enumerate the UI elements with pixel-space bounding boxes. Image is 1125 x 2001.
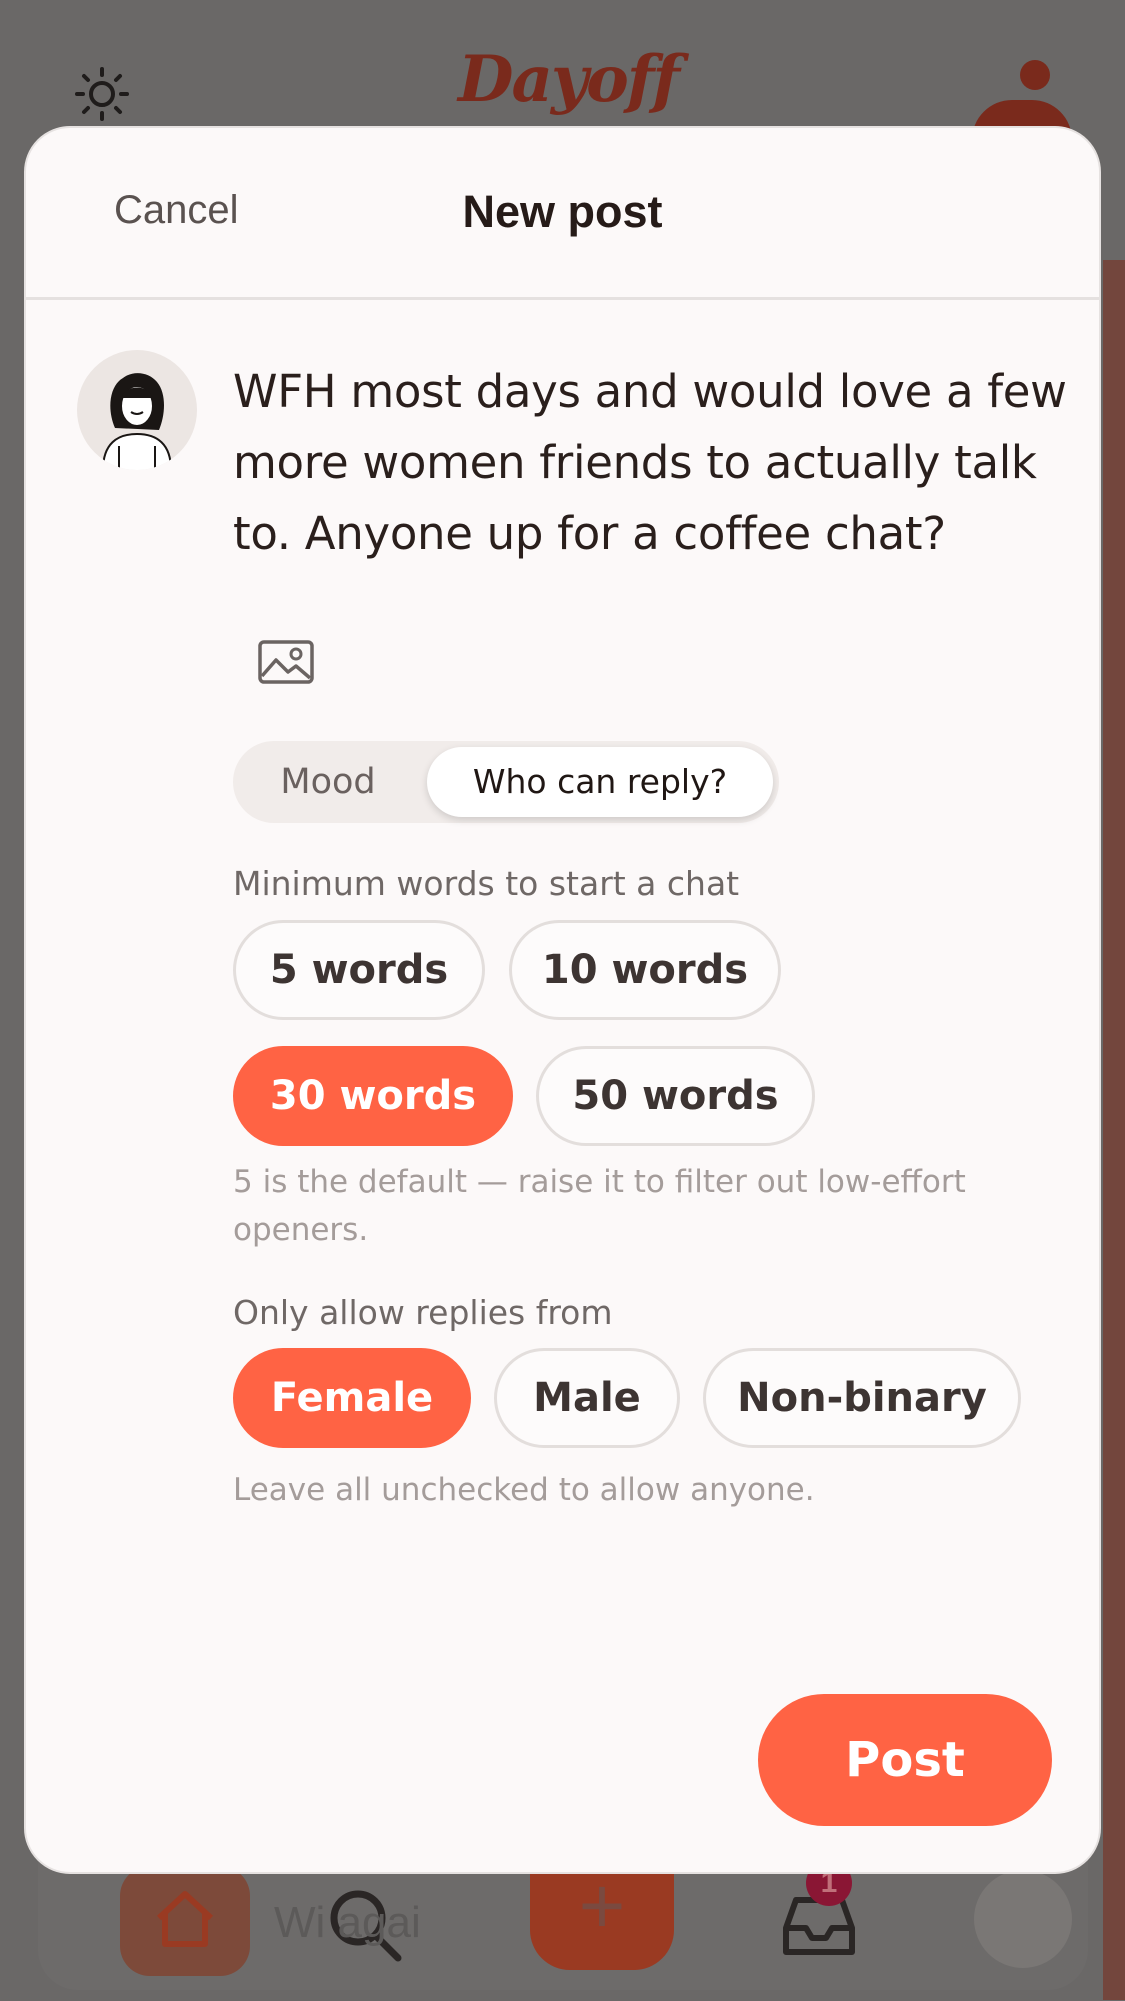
min-words-option-10[interactable]: 10 words xyxy=(509,920,781,1020)
modal-title: New post xyxy=(462,186,663,237)
person-icon xyxy=(968,54,1078,140)
app-logo: Dayoff xyxy=(458,42,680,117)
new-post-modal: Cancel New post WFH most days and would … xyxy=(24,126,1101,1874)
reply-option-male[interactable]: Male xyxy=(494,1348,680,1448)
reply-from-label: Only allow replies from xyxy=(233,1293,613,1332)
avatar-illustration xyxy=(102,373,172,470)
min-words-option-5[interactable]: 5 words xyxy=(233,920,485,1020)
background-edge xyxy=(1103,260,1125,2000)
profile-avatar xyxy=(974,1870,1072,1968)
home-tab xyxy=(120,1866,250,1976)
modal-header: Cancel New post xyxy=(26,128,1099,300)
tab-mood[interactable]: Mood xyxy=(233,741,423,823)
settings-tabs: Mood Who can reply? xyxy=(233,741,779,823)
min-words-hint: 5 is the default — raise it to filter ou… xyxy=(233,1164,966,1248)
reply-from-hint: Leave all unchecked to allow anyone. xyxy=(233,1472,815,1508)
reply-option-female[interactable]: Female xyxy=(233,1348,471,1448)
image-icon[interactable] xyxy=(256,636,316,688)
author-avatar xyxy=(77,350,197,470)
min-words-option-30[interactable]: 30 words xyxy=(233,1046,513,1146)
min-words-option-50[interactable]: 50 words xyxy=(536,1046,815,1146)
reply-option-non-binary[interactable]: Non-binary xyxy=(703,1348,1021,1448)
home-icon xyxy=(156,1891,214,1947)
post-text-input[interactable]: WFH most days and would love a few more … xyxy=(233,356,1073,569)
post-button[interactable]: Post xyxy=(758,1694,1052,1826)
sun-icon xyxy=(75,67,129,121)
tab-who-can-reply[interactable]: Who can reply? xyxy=(427,747,773,817)
search-placeholder: Wi agai xyxy=(274,1898,421,1947)
min-words-label: Minimum words to start a chat xyxy=(233,864,740,903)
